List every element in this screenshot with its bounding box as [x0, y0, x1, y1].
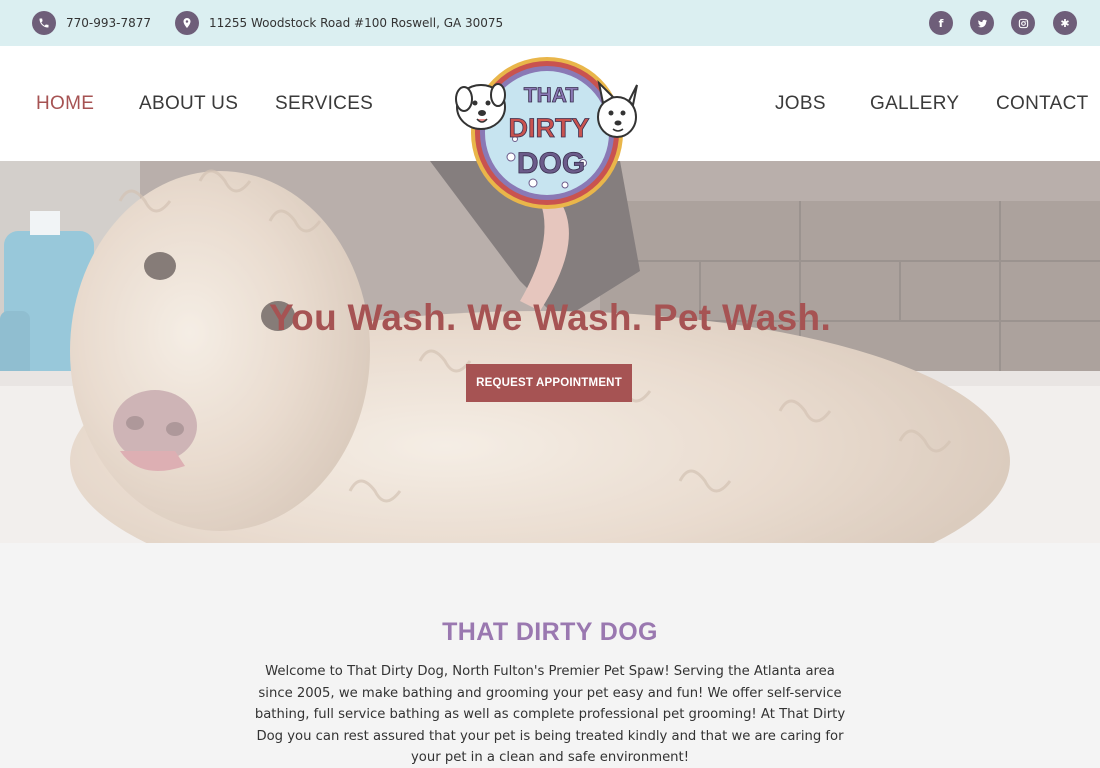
- welcome-section: THAT DIRTY DOG Welcome to That Dirty Dog…: [0, 543, 1100, 768]
- that-dirty-dog-logo[interactable]: THAT DIRTY DOG: [453, 55, 641, 210]
- nav-contact[interactable]: CONTACT: [996, 93, 1089, 115]
- nav-gallery[interactable]: GALLERY: [870, 93, 959, 115]
- logo-text-dog: DOG: [517, 147, 585, 180]
- map-pin-icon: [175, 11, 199, 35]
- phone-number: 770-993-7877: [66, 16, 152, 30]
- logo-text-dirty: DIRTY: [509, 113, 590, 143]
- yelp-icon[interactable]: ✱: [1053, 11, 1077, 35]
- phone-icon: [32, 11, 56, 35]
- welcome-paragraph: Welcome to That Dirty Dog, North Fulton'…: [254, 664, 846, 765]
- hero-headline: You Wash. We Wash. Pet Wash.: [268, 297, 832, 338]
- welcome-title: THAT DIRTY DOG: [442, 618, 658, 646]
- phone-contact[interactable]: 770-993-7877: [32, 11, 151, 35]
- instagram-icon[interactable]: [1011, 11, 1035, 35]
- facebook-icon[interactable]: f: [929, 11, 953, 35]
- nav-home[interactable]: HOME: [36, 93, 94, 115]
- nav-services[interactable]: SERVICES: [275, 93, 373, 115]
- request-appointment-button[interactable]: REQUEST APPOINTMENT: [466, 364, 632, 402]
- hero-overlay: [0, 161, 1100, 543]
- twitter-icon[interactable]: [970, 11, 994, 35]
- nav-about-us[interactable]: ABOUT US: [139, 93, 238, 115]
- address-text: 11255 Woodstock Road #100 Roswell, GA 30…: [209, 16, 504, 30]
- logo-text-that: THAT: [524, 84, 579, 107]
- nav-jobs[interactable]: JOBS: [775, 93, 826, 115]
- top-info-bar: 770-993-7877 11255 Woodstock Road #100 R…: [0, 0, 1100, 46]
- address-contact[interactable]: 11255 Woodstock Road #100 Roswell, GA 30…: [175, 11, 503, 35]
- hero-banner: You Wash. We Wash. Pet Wash. REQUEST APP…: [0, 161, 1100, 543]
